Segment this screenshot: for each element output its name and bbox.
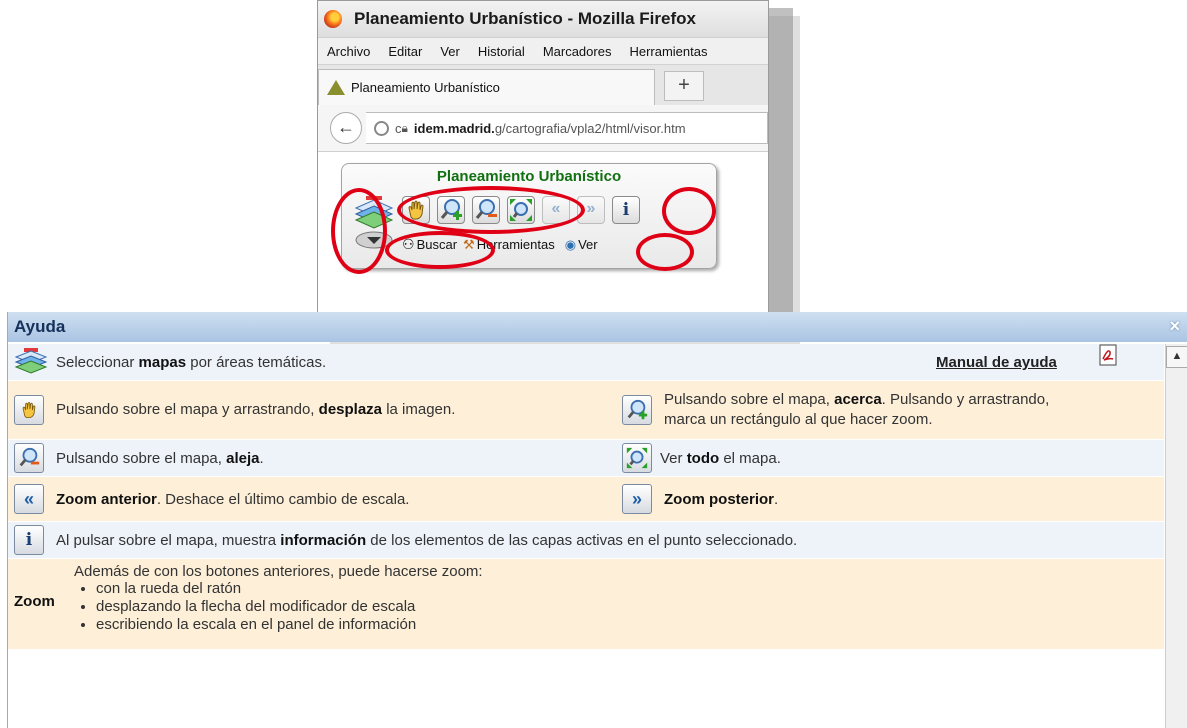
navigation-bar: ← c 🔒︎ idem.madrid. g/cartografia/vpla2/… [318, 105, 768, 152]
zoom-out-icon [14, 443, 44, 473]
help-row-pan-zoomin: Pulsando sobre el mapa y arrastrando, la… [8, 381, 1164, 440]
scroll-up-icon[interactable]: ▲ [1166, 346, 1187, 368]
tab-planeamiento[interactable]: Planeamiento Urbanístico [318, 69, 655, 105]
help-window: Ayuda × Seleccionar mapas por áreas temá… [7, 312, 1187, 728]
help-text-all: Ver todo el mapa. [660, 449, 781, 467]
info-icon: i [14, 525, 44, 555]
help-text-pan: Pulsando sobre el mapa y arrastrando, la… [56, 401, 456, 418]
highlight-layers [331, 188, 387, 274]
site-favicon-icon [327, 80, 345, 95]
help-title: Ayuda [14, 317, 66, 336]
help-title-bar: Ayuda [8, 312, 1187, 342]
help-text-zoomout: Pulsando sobre el mapa, aleja. [56, 449, 264, 467]
help-row-zoomout-all: Pulsando sobre el mapa, aleja. Ver todo … [8, 440, 1164, 477]
eye-icon: ◉ [564, 236, 577, 252]
page-content: Planeamiento Urbanístico « » i ⚇ Buscar … [318, 152, 768, 319]
zoom-list: con la rueda del ratón desplazando la fl… [74, 580, 483, 634]
menu-editar[interactable]: Editar [388, 44, 422, 59]
vertical-scrollbar[interactable]: ▲ [1165, 344, 1187, 728]
manual-link[interactable]: Manual de ayuda [936, 354, 1057, 371]
menu-ver[interactable]: Ver [440, 44, 460, 59]
help-row-prev-next: « Zoom anterior. Deshace el último cambi… [8, 477, 1164, 522]
menu-archivo[interactable]: Archivo [327, 44, 370, 59]
zoom-description: Además de con los botones anteriores, pu… [74, 559, 483, 634]
menu-historial[interactable]: Historial [478, 44, 525, 59]
list-item: con la rueda del ratón [96, 580, 483, 598]
hand-pan-icon [14, 395, 44, 425]
zoom-intro: Además de con los botones anteriores, pu… [74, 563, 483, 580]
help-text-zoomin: Pulsando sobre el mapa, acerca. Pulsando… [664, 391, 1050, 428]
window-titlebar: Planeamiento Urbanístico - Mozilla Firef… [318, 1, 768, 38]
url-domain: idem.madrid. [413, 120, 495, 136]
help-text-info: Al pulsar sobre el mapa, muestra informa… [56, 531, 798, 549]
window-title: Planeamiento Urbanístico - Mozilla Firef… [354, 9, 696, 28]
zoom-label: Zoom [14, 593, 55, 610]
tab-label: Planeamiento Urbanístico [351, 80, 500, 95]
help-row-maps: Seleccionar mapas por áreas temáticas. M… [8, 344, 1164, 381]
lock-icon: 🔒︎ [401, 120, 408, 135]
info-icon[interactable]: i [612, 196, 640, 224]
highlight-ver [636, 233, 694, 271]
back-arrow-icon[interactable]: ← [330, 112, 362, 144]
zoom-in-icon [622, 395, 652, 425]
globe-icon [374, 120, 389, 136]
url-bar[interactable]: c 🔒︎ idem.madrid. g/cartografia/vpla2/ht… [366, 112, 768, 144]
tab-strip: Planeamiento Urbanístico + [318, 64, 768, 105]
list-item: escribiendo la escala en el panel de inf… [96, 616, 483, 634]
help-row-zoom: Zoom Además de con los botones anteriore… [8, 559, 1164, 650]
zoom-all-icon [622, 443, 652, 473]
pdf-icon[interactable] [1098, 344, 1118, 366]
help-text-maps: Seleccionar mapas por áreas temáticas. [56, 353, 327, 371]
close-icon[interactable]: × [1169, 316, 1180, 337]
highlight-zoom-tools [397, 186, 585, 234]
menu-bar: Archivo Editar Ver Historial Marcadores … [318, 38, 768, 64]
list-item: desplazando la flecha del modificador de… [96, 598, 483, 616]
help-content: Seleccionar mapas por áreas temáticas. M… [8, 344, 1164, 650]
help-text-next: Zoom posterior. [664, 490, 779, 508]
menu-marcadores[interactable]: Marcadores [543, 44, 612, 59]
firefox-window: Planeamiento Urbanístico - Mozilla Firef… [317, 0, 769, 320]
help-row-info: i Al pulsar sobre el mapa, muestra infor… [8, 522, 1164, 559]
layers-icon [14, 348, 48, 374]
next-icon: » [622, 484, 652, 514]
highlight-info [662, 187, 716, 235]
highlight-buscar [385, 231, 495, 269]
new-tab-button[interactable]: + [664, 71, 704, 101]
url-path: g/cartografia/vpla2/html/visor.htm [494, 120, 686, 136]
prev-icon: « [14, 484, 44, 514]
menu-herramientas[interactable]: Herramientas [629, 44, 707, 59]
help-text-prev: Zoom anterior. Deshace el último cambio … [56, 490, 410, 508]
ver-link[interactable]: Ver [578, 237, 598, 252]
firefox-logo-icon [324, 10, 342, 28]
toolbar-title: Planeamiento Urbanístico [436, 168, 622, 185]
